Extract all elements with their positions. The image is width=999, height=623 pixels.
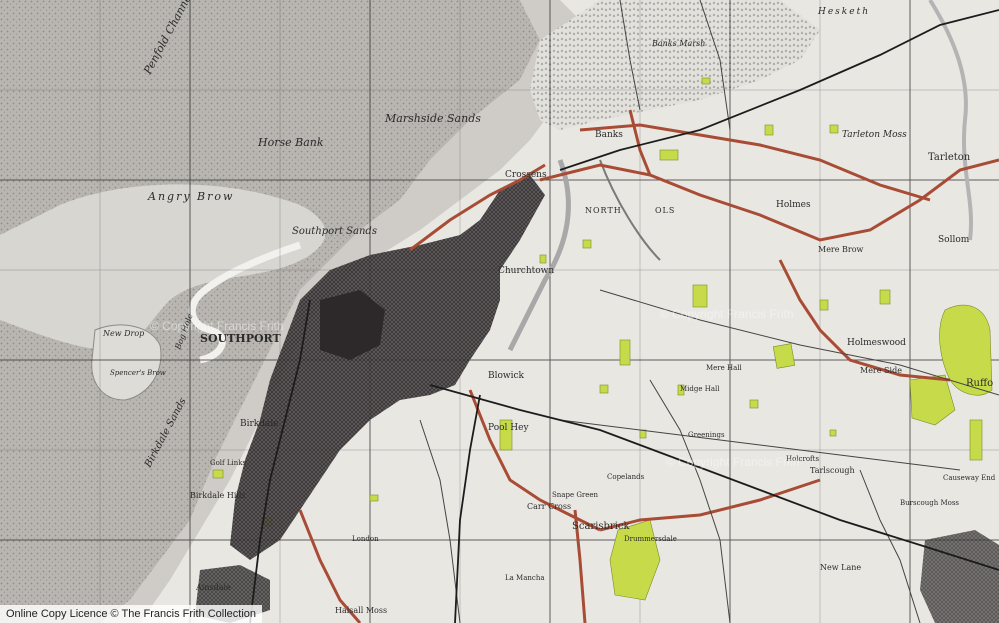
label-birkdale: Birkdale (240, 419, 279, 429)
label-mere-brow: Mere Brow (818, 245, 864, 254)
label-pool-hey: Pool Hey (488, 423, 529, 433)
watermark-1: © Copyright Francis Frith (150, 319, 284, 333)
copyright-notice: Online Copy Licence © The Francis Frith … (0, 605, 263, 623)
label-burscough-moss: Burscough Moss (900, 499, 959, 507)
label-holmes: Holmes (776, 200, 811, 210)
watermark-3: © Copyright Francis Frith (666, 455, 800, 469)
label-ainsdale: Ainsdale (195, 583, 231, 592)
label-southport-sands: Southport Sands (292, 226, 377, 237)
label-crossens: Crossens (505, 170, 547, 180)
label-horse-bank: Horse Bank (257, 136, 324, 149)
label-copelands: Copelands (607, 473, 645, 481)
label-marshside-sands: Marshside Sands (384, 112, 481, 125)
label-meols: OLS (655, 206, 675, 215)
label-new-lane: New Lane (820, 563, 861, 572)
label-banks-marsh: Banks Marsh (651, 39, 705, 48)
label-la-mancha: La Mancha (505, 574, 545, 582)
label-hesketh: Hesketh (817, 7, 870, 17)
label-north: NORTH (585, 206, 622, 215)
label-tarlscough: Tarlscough (810, 466, 855, 475)
label-blowick: Blowick (488, 371, 525, 381)
label-tarleton: Tarleton (928, 152, 971, 163)
historic-map[interactable]: Penfold Channel Horse Bank Angry Brow So… (0, 0, 999, 623)
label-halsall-moss: Halsall Moss (335, 606, 387, 615)
label-scarisbrick: Scarisbrick (572, 521, 631, 532)
label-spencers-brow: Spencer's Brow (110, 369, 166, 377)
label-tarleton-moss: Tarleton Moss (842, 130, 907, 140)
label-rufford: Ruffo (966, 378, 993, 389)
label-sollom: Sollom (938, 235, 970, 245)
label-angry-brow: Angry Brow (147, 190, 234, 203)
label-causeway-end: Causeway End (943, 474, 996, 482)
label-snape-green: Snape Green (552, 491, 599, 499)
watermark-2: © Copyright Francis Frith (660, 307, 794, 321)
label-midge-hall: Midge Hall (680, 385, 720, 393)
label-london: London (352, 535, 379, 543)
label-new-drop: New Drop (102, 329, 144, 338)
label-holmeswood: Holmeswood (847, 338, 906, 348)
label-birkdale-hills: Birkdale Hills (190, 491, 246, 500)
label-golf-links: Golf Links (210, 459, 246, 467)
label-mere-side: Mere Side (860, 366, 902, 375)
label-drummersdale: Drummersdale (624, 535, 677, 543)
label-banks: Banks (595, 130, 623, 140)
label-southport: SOUTHPORT (200, 332, 281, 345)
label-greenings: Greenings (688, 431, 725, 439)
burscough-urban (920, 530, 999, 623)
label-churchtown: Churchtown (498, 266, 554, 276)
label-carr-cross: Carr Cross (527, 502, 571, 511)
label-mere-hall: Mere Hall (706, 364, 743, 372)
